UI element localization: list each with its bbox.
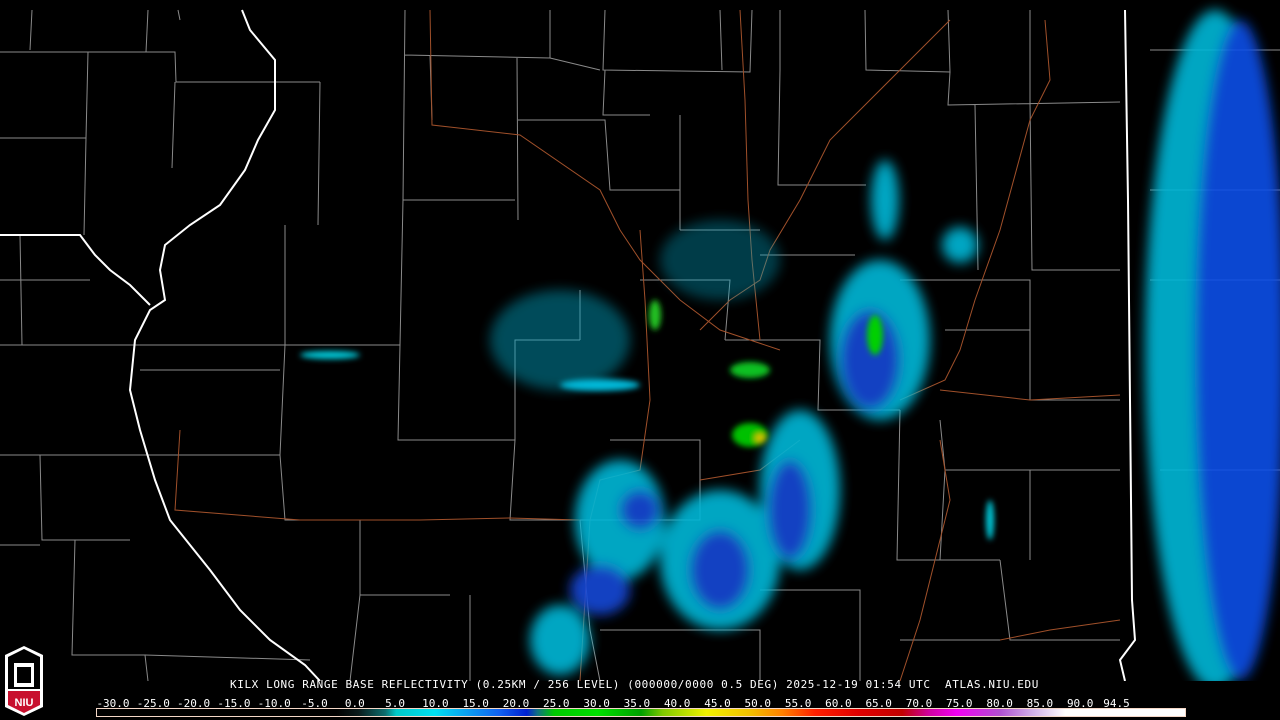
- product-title: KILX LONG RANGE BASE REFLECTIVITY (0.25K…: [230, 678, 1039, 691]
- radar-display: NIU KILX LONG RANGE BASE REFLECTIVITY (0…: [0, 0, 1280, 720]
- radar-echoes: [300, 10, 1280, 681]
- color-scale-bar: [96, 708, 1186, 717]
- niu-logo: NIU: [5, 646, 43, 716]
- radar-map: [0, 9, 1280, 681]
- svg-text:NIU: NIU: [15, 697, 34, 709]
- county-lines: [0, 9, 1280, 681]
